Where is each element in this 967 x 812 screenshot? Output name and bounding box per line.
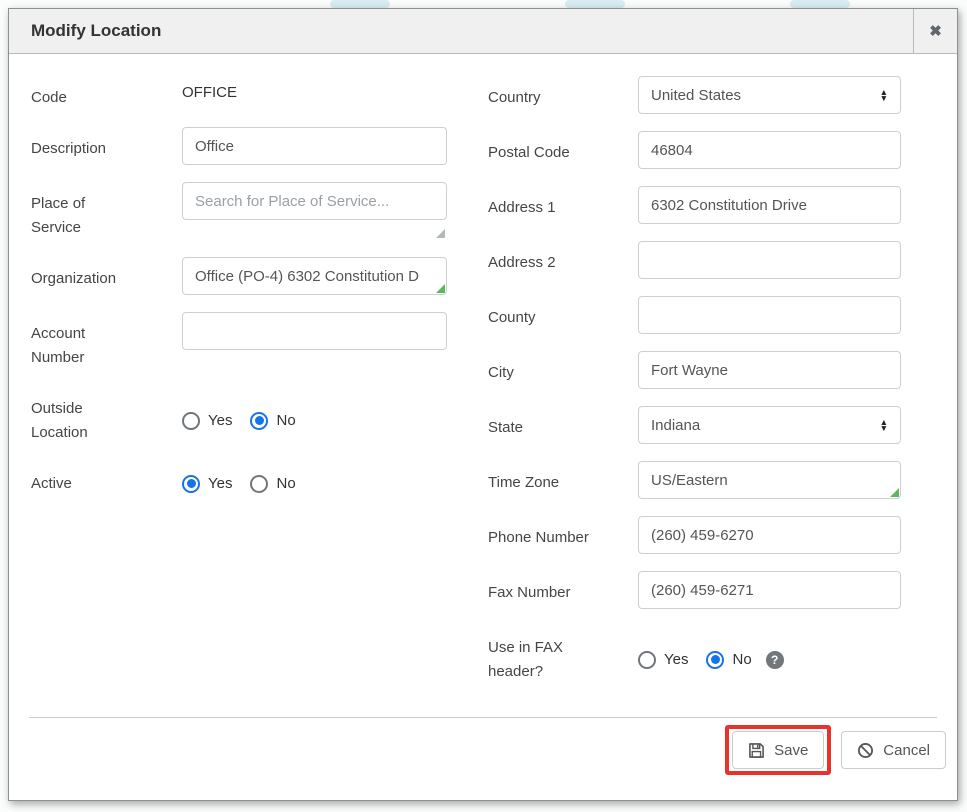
autocomplete-corner-icon (436, 284, 445, 293)
form-column-right: Country United States ▲▼ Postal Code Add… (488, 76, 901, 717)
active-no-option[interactable]: No (250, 475, 295, 493)
save-button-highlight-annotation: Save (725, 725, 831, 775)
radio-icon[interactable] (250, 475, 268, 493)
address-1-input[interactable] (638, 186, 901, 224)
form-row-address-2: Address 2 (488, 241, 901, 279)
select-arrows-icon: ▲▼ (880, 419, 888, 432)
time-zone-input[interactable] (638, 461, 901, 499)
country-label: Country (488, 76, 638, 114)
radio-label[interactable]: No (276, 475, 295, 492)
cancel-button[interactable]: Cancel (841, 731, 946, 769)
close-button[interactable]: ✖ (913, 9, 957, 53)
outside-location-no-option[interactable]: No (250, 412, 295, 430)
form-row-city: City (488, 351, 901, 389)
modal-header: Modify Location ✖ (9, 9, 957, 54)
modal-footer: Save Cancel (9, 718, 957, 800)
radio-label[interactable]: No (276, 412, 295, 429)
code-label: Code (31, 76, 182, 110)
modal-body: Code OFFICE Description Place of Service… (9, 54, 957, 717)
floppy-disk-icon (748, 742, 765, 759)
outside-location-radio-group: Yes No (182, 387, 296, 445)
form-row-phone-number: Phone Number (488, 516, 901, 554)
background-shape (330, 0, 390, 8)
form-row-address-1: Address 1 (488, 186, 901, 224)
radio-label[interactable]: Yes (208, 412, 232, 429)
radio-icon[interactable] (182, 475, 200, 493)
use-in-fax-header-yes-option[interactable]: Yes (638, 651, 688, 669)
form-row-organization: Organization (31, 257, 447, 295)
modal-title: Modify Location (9, 21, 913, 41)
active-yes-option[interactable]: Yes (182, 475, 232, 493)
state-select[interactable]: Indiana ▲▼ (638, 406, 901, 444)
place-of-service-label: Place of Service (31, 182, 182, 240)
form-row-code: Code OFFICE (31, 76, 447, 110)
state-label: State (488, 406, 638, 444)
organization-input[interactable] (182, 257, 447, 295)
fax-number-label: Fax Number (488, 571, 638, 609)
fax-number-input[interactable] (638, 571, 901, 609)
description-label: Description (31, 127, 182, 165)
form-row-account-number: Account Number (31, 312, 447, 370)
radio-label[interactable]: Yes (208, 475, 232, 492)
description-input[interactable] (182, 127, 447, 165)
cancel-button-label: Cancel (883, 742, 930, 759)
outside-location-label: Outside Location (31, 387, 182, 445)
country-select-value: United States (651, 87, 741, 104)
postal-code-input[interactable] (638, 131, 901, 169)
county-input[interactable] (638, 296, 901, 334)
radio-icon[interactable] (182, 412, 200, 430)
organization-label: Organization (31, 257, 182, 295)
radio-label[interactable]: Yes (664, 651, 688, 668)
active-label: Active (31, 462, 182, 496)
use-in-fax-header-no-option[interactable]: No (706, 651, 751, 669)
form-row-country: Country United States ▲▼ (488, 76, 901, 114)
state-select-value: Indiana (651, 417, 700, 434)
background-shape (565, 0, 625, 8)
radio-icon[interactable] (706, 651, 724, 669)
form-row-outside-location: Outside Location Yes No (31, 387, 447, 445)
save-button[interactable]: Save (732, 731, 824, 769)
select-arrows-icon: ▲▼ (880, 89, 888, 102)
save-button-label: Save (774, 742, 808, 759)
account-number-label: Account Number (31, 312, 182, 370)
form-row-time-zone: Time Zone (488, 461, 901, 499)
radio-icon[interactable] (638, 651, 656, 669)
form-row-use-in-fax-header: Use in FAX header? Yes No ? (488, 626, 901, 684)
help-icon[interactable]: ? (766, 651, 784, 669)
city-input[interactable] (638, 351, 901, 389)
use-in-fax-header-label: Use in FAX header? (488, 626, 638, 684)
form-row-state: State Indiana ▲▼ (488, 406, 901, 444)
form-row-active: Active Yes No (31, 462, 447, 496)
form-row-postal-code: Postal Code (488, 131, 901, 169)
autocomplete-corner-icon (890, 488, 899, 497)
use-in-fax-header-radio-group: Yes No ? (638, 626, 784, 684)
code-value: OFFICE (182, 76, 237, 110)
resize-handle-icon[interactable] (436, 229, 445, 238)
form-row-description: Description (31, 127, 447, 165)
background-shape (790, 0, 850, 8)
form-row-place-of-service: Place of Service (31, 182, 447, 240)
phone-number-label: Phone Number (488, 516, 638, 554)
radio-icon[interactable] (250, 412, 268, 430)
time-zone-label: Time Zone (488, 461, 638, 499)
form-column-left: Code OFFICE Description Place of Service… (31, 76, 447, 717)
address-2-input[interactable] (638, 241, 901, 279)
form-row-county: County (488, 296, 901, 334)
country-select[interactable]: United States ▲▼ (638, 76, 901, 114)
outside-location-yes-option[interactable]: Yes (182, 412, 232, 430)
ban-icon (857, 742, 874, 759)
county-label: County (488, 296, 638, 334)
phone-number-input[interactable] (638, 516, 901, 554)
city-label: City (488, 351, 638, 389)
address-2-label: Address 2 (488, 241, 638, 279)
postal-code-label: Postal Code (488, 131, 638, 169)
place-of-service-search-input[interactable] (182, 182, 447, 220)
modify-location-modal: Modify Location ✖ Code OFFICE Descriptio… (8, 8, 958, 801)
form-row-fax-number: Fax Number (488, 571, 901, 609)
radio-label[interactable]: No (732, 651, 751, 668)
active-radio-group: Yes No (182, 462, 296, 496)
address-1-label: Address 1 (488, 186, 638, 224)
close-icon: ✖ (929, 22, 942, 40)
account-number-input[interactable] (182, 312, 447, 350)
